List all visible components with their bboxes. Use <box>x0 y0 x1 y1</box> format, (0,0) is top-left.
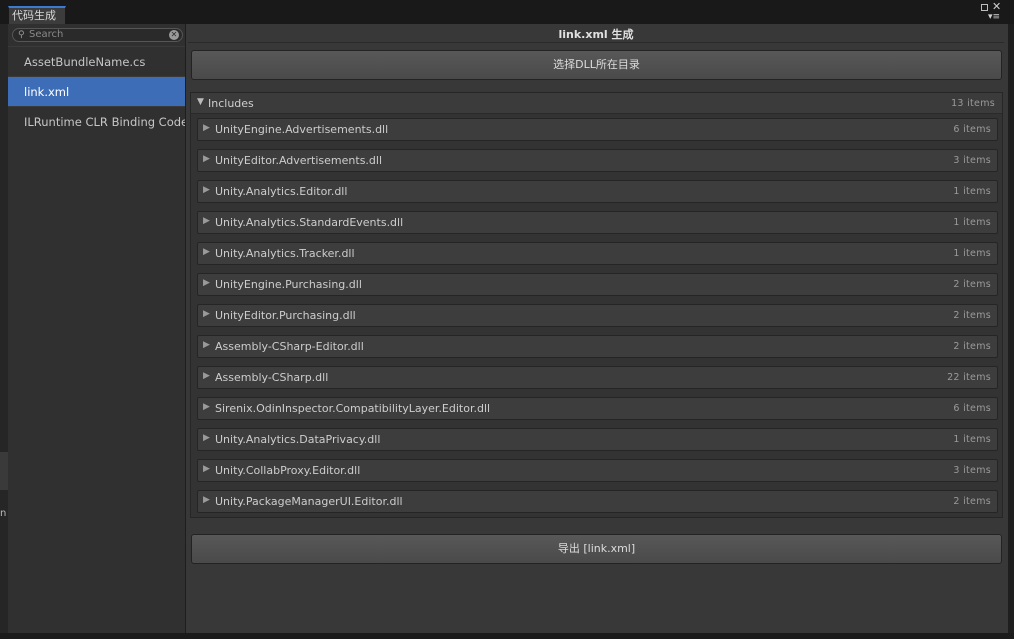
assembly-name: Unity.Analytics.StandardEvents.dll <box>215 216 404 229</box>
sidebar-item-link-xml[interactable]: link.xml <box>8 76 185 106</box>
code-generation-window: ⚲ ✕ AssetBundleName.cs link.xml ILRuntim… <box>8 24 1008 633</box>
main-panel: link.xml 生成 选择DLL所在目录 ▼ Includes 13 item… <box>188 24 1006 633</box>
sidebar-list: AssetBundleName.cs link.xml ILRuntime CL… <box>8 46 185 136</box>
assembly-row[interactable]: ▶ UnityEngine.Advertisements.dll 6 items <box>197 118 998 141</box>
includes-header[interactable]: ▼ Includes 13 items <box>191 93 1002 114</box>
collapse-arrow-icon: ▶ <box>203 433 210 443</box>
assembly-name: Unity.Analytics.Tracker.dll <box>215 247 355 260</box>
assembly-name: Assembly-CSharp.dll <box>215 371 329 384</box>
assembly-item-count: 1 items <box>953 434 991 445</box>
assembly-row[interactable]: ▶ Unity.Analytics.Editor.dll 1 items <box>197 180 998 203</box>
maximize-icon[interactable] <box>981 4 988 11</box>
collapse-arrow-icon: ▶ <box>203 402 210 412</box>
collapse-arrow-icon: ▶ <box>203 185 210 195</box>
assembly-item-count: 6 items <box>953 124 991 135</box>
background-text-fragment: n <box>0 508 7 519</box>
assembly-row[interactable]: ▶ Unity.CollabProxy.Editor.dll 3 items <box>197 459 998 482</box>
assembly-row[interactable]: ▶ Sirenix.OdinInspector.CompatibilityLaye… <box>197 397 998 420</box>
page-title: link.xml 生成 <box>188 26 1004 43</box>
assembly-name: UnityEngine.Purchasing.dll <box>215 278 362 291</box>
collapse-arrow-icon: ▶ <box>203 123 210 133</box>
sidebar-item-label: ILRuntime CLR Binding Code <box>24 115 185 129</box>
editor-bottom-strip <box>0 633 1014 639</box>
window-menu-icon[interactable]: ▾≡ <box>988 12 1000 22</box>
background-panel-fragment <box>0 452 8 490</box>
collapse-arrow-icon: ▶ <box>203 247 210 257</box>
collapse-arrow-icon: ▶ <box>203 309 210 319</box>
collapse-arrow-icon: ▶ <box>203 340 210 350</box>
assembly-item-count: 6 items <box>953 403 991 414</box>
assembly-list: ▶ UnityEngine.Advertisements.dll 6 items ▶ U… <box>197 118 998 521</box>
collapse-arrow-icon: ▶ <box>203 495 210 505</box>
assembly-item-count: 2 items <box>953 341 991 352</box>
sidebar-item-label: link.xml <box>24 85 70 99</box>
window-tab-label: 代码生成 <box>12 9 56 22</box>
assembly-row[interactable]: ▶ Assembly-CSharp.dll 22 items <box>197 366 998 389</box>
assembly-item-count: 3 items <box>953 465 991 476</box>
assembly-name: Sirenix.OdinInspector.CompatibilityLayer… <box>215 402 491 415</box>
window-titlebar: 代码生成 ✕ ▾≡ <box>0 0 1014 24</box>
collapse-arrow-icon: ▶ <box>203 464 210 474</box>
assembly-name: Assembly-CSharp-Editor.dll <box>215 340 364 353</box>
assembly-row[interactable]: ▶ UnityEditor.Purchasing.dll 2 items <box>197 304 998 327</box>
search-input[interactable] <box>29 29 167 41</box>
assembly-row[interactable]: ▶ Assembly-CSharp-Editor.dll 2 items <box>197 335 998 358</box>
assembly-name: UnityEditor.Advertisements.dll <box>215 154 383 167</box>
assembly-row[interactable]: ▶ Unity.Analytics.StandardEvents.dll 1 ite… <box>197 211 998 234</box>
assembly-name: Unity.PackageManagerUI.Editor.dll <box>215 495 403 508</box>
sidebar-item-assetbundlename[interactable]: AssetBundleName.cs <box>8 46 185 76</box>
sidebar-item-label: AssetBundleName.cs <box>24 55 146 69</box>
assembly-name: Unity.CollabProxy.Editor.dll <box>215 464 361 477</box>
clear-search-icon[interactable]: ✕ <box>169 30 179 40</box>
assembly-item-count: 1 items <box>953 248 991 259</box>
assembly-name: UnityEditor.Purchasing.dll <box>215 309 356 322</box>
includes-foldout: ▼ Includes 13 items ▶ UnityEngine.Adverti… <box>190 92 1003 518</box>
collapse-arrow-icon: ▶ <box>203 278 210 288</box>
assembly-name: UnityEngine.Advertisements.dll <box>215 123 389 136</box>
collapse-arrow-icon: ▶ <box>203 371 210 381</box>
assembly-item-count: 1 items <box>953 217 991 228</box>
includes-count: 13 items <box>951 98 995 109</box>
collapse-arrow-icon: ▶ <box>203 216 210 226</box>
assembly-row[interactable]: ▶ Unity.Analytics.Tracker.dll 1 items <box>197 242 998 265</box>
assembly-row[interactable]: ▶ UnityEditor.Advertisements.dll 3 items <box>197 149 998 172</box>
assembly-item-count: 2 items <box>953 496 991 507</box>
assembly-row[interactable]: ▶ Unity.PackageManagerUI.Editor.dll 2 item… <box>197 490 998 513</box>
close-icon[interactable]: ✕ <box>992 1 1001 12</box>
assembly-item-count: 2 items <box>953 310 991 321</box>
assembly-name: Unity.Analytics.DataPrivacy.dll <box>215 433 381 446</box>
assembly-row[interactable]: ▶ Unity.Analytics.DataPrivacy.dll 1 items <box>197 428 998 451</box>
search-icon: ⚲ <box>18 30 25 40</box>
search-field[interactable]: ⚲ ✕ <box>12 28 183 42</box>
assembly-name: Unity.Analytics.Editor.dll <box>215 185 348 198</box>
export-link-xml-button[interactable]: 导出 [link.xml] <box>191 534 1002 564</box>
assembly-item-count: 3 items <box>953 155 991 166</box>
assembly-item-count: 22 items <box>947 372 991 383</box>
collapse-arrow-icon: ▶ <box>203 154 210 164</box>
assembly-item-count: 1 items <box>953 186 991 197</box>
window-tab[interactable]: 代码生成 <box>8 6 66 24</box>
assembly-row[interactable]: ▶ UnityEngine.Purchasing.dll 2 items <box>197 273 998 296</box>
editor-background: n <box>0 0 8 639</box>
includes-label: Includes <box>208 97 254 110</box>
select-dll-folder-button[interactable]: 选择DLL所在目录 <box>191 50 1002 80</box>
expand-arrow-icon: ▼ <box>197 97 204 107</box>
sidebar: ⚲ ✕ AssetBundleName.cs link.xml ILRuntim… <box>8 24 186 633</box>
sidebar-item-ilruntime-binding[interactable]: ILRuntime CLR Binding Code <box>8 106 185 136</box>
assembly-item-count: 2 items <box>953 279 991 290</box>
